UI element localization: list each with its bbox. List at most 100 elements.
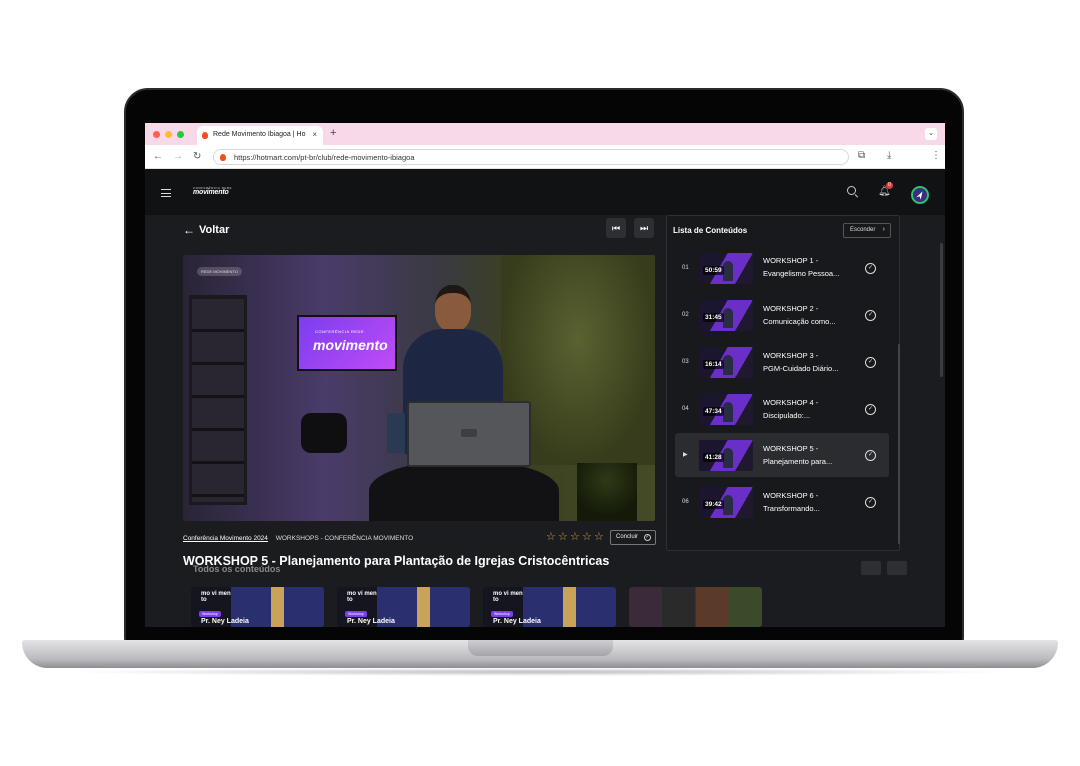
thumbnail-badge: Workshop	[345, 611, 367, 617]
lesson-number: 06	[682, 499, 689, 505]
screen: Rede Movimento Ibiagoa | Ho × + ⌄ ← → ↻ …	[145, 123, 945, 627]
check-circle-icon[interactable]: ✓	[865, 450, 876, 461]
lesson-name: WORKSHOP 4 - Discipulado:...	[763, 396, 859, 422]
thumbnail-logo-text: mo vi men to	[347, 591, 377, 603]
lesson-title: WORKSHOP 5 - Planejamento para Plantação…	[183, 554, 610, 568]
hide-list-button[interactable]: Esconder ›	[843, 223, 891, 238]
video-tv-screen: CONFERÊNCIA REDE movimento	[297, 315, 397, 371]
video-watermark-tag: REDE MOVIMENTO	[197, 267, 242, 276]
lesson-name-line1: WORKSHOP 4 -	[763, 398, 819, 407]
star-icon[interactable]: ☆	[546, 532, 557, 543]
star-icon[interactable]: ☆	[594, 532, 605, 543]
breadcrumb-module[interactable]: WORKSHOPS - CONFERÊNCIA MOVIMENTO	[276, 535, 413, 542]
logo-text: movimento	[193, 189, 229, 196]
hamburger-menu-icon[interactable]	[161, 189, 171, 197]
lesson-number: 04	[682, 406, 689, 412]
avatar[interactable]	[911, 186, 929, 204]
lesson-name-line2: Comunicação como...	[763, 317, 836, 326]
lesson-item[interactable]: 04 47:34 WORKSHOP 4 - Discipulado:... ✓	[675, 387, 889, 431]
lesson-name-line2: PGM-Cuidado Diário...	[763, 364, 839, 373]
rating-stars: ☆ ☆ ☆ ☆ ☆	[546, 532, 605, 543]
previous-lesson-button[interactable]: ⏮︎	[606, 218, 626, 238]
browser-toolbar: ← → ↻ https://hotmart.com/pt-br/club/red…	[145, 145, 945, 169]
check-circle-icon[interactable]: ✓	[865, 357, 876, 368]
video-chair	[301, 413, 347, 453]
hotmart-favicon-icon	[202, 132, 208, 139]
video-tv-small-text: CONFERÊNCIA REDE	[315, 329, 365, 334]
carousel-next-button[interactable]	[887, 561, 907, 575]
close-window-icon[interactable]	[153, 131, 160, 138]
video-table	[369, 460, 559, 521]
check-circle-icon: ✓	[644, 534, 651, 541]
content-thumbnail[interactable]: mo vi men to Workshop Pr. Ney Ladeia	[483, 587, 616, 627]
search-icon[interactable]	[847, 186, 856, 195]
content-thumbnail[interactable]: mo vi men to Workshop Pr. Ney Ladeia	[337, 587, 470, 627]
check-circle-icon[interactable]: ✓	[865, 404, 876, 415]
star-icon[interactable]: ☆	[558, 532, 569, 543]
minimize-window-icon[interactable]	[165, 131, 172, 138]
back-button[interactable]: ← Voltar	[183, 223, 229, 237]
lesson-number: 03	[682, 359, 689, 365]
tab-close-icon[interactable]: ×	[312, 130, 317, 139]
browser-tab[interactable]: Rede Movimento Ibiagoa | Ho ×	[197, 126, 323, 145]
play-icon: ▶	[683, 452, 688, 458]
maximize-window-icon[interactable]	[177, 131, 184, 138]
content-thumbnail[interactable]: mo vi men to Workshop Pr. Ney Ladeia	[191, 587, 324, 627]
arrow-left-icon: ←	[183, 223, 195, 237]
lesson-item-active[interactable]: ▶ 41:28 WORKSHOP 5 - Planejamento para..…	[675, 433, 889, 477]
lesson-item[interactable]: 06 39:42 WORKSHOP 6 - Transformando... ✓	[675, 480, 889, 524]
content-thumbnail[interactable]	[629, 587, 762, 627]
thumbnail-speaker: Pr. Ney Ladeia	[493, 618, 541, 625]
lesson-duration: 50:59	[703, 266, 724, 275]
site-logo[interactable]: CONFERÊNCIA REDE movimento	[193, 186, 232, 196]
thumbnail-speaker: Pr. Ney Ladeia	[347, 618, 395, 625]
check-circle-icon[interactable]: ✓	[865, 310, 876, 321]
check-circle-icon[interactable]: ✓	[865, 263, 876, 274]
complete-button[interactable]: Concluir ✓	[610, 530, 656, 545]
tab-title: Rede Movimento Ibiagoa | Ho	[213, 131, 306, 138]
back-arrow-icon[interactable]: ←	[153, 151, 163, 162]
download-icon[interactable]: ⤓	[887, 150, 891, 161]
hide-list-label: Esconder	[850, 227, 876, 233]
skip-forward-icon: ⏭︎	[639, 223, 649, 233]
star-icon[interactable]: ☆	[570, 532, 581, 543]
lesson-name: WORKSHOP 2 - Comunicação como...	[763, 302, 859, 328]
breadcrumb: Conferência Movimento 2024 WORKSHOPS - C…	[183, 535, 413, 542]
lesson-name-line1: WORKSHOP 1 -	[763, 256, 819, 265]
browser-menu-icon[interactable]: ⋮	[931, 150, 941, 161]
star-icon[interactable]: ☆	[582, 532, 593, 543]
lesson-item[interactable]: 03 16:14 WORKSHOP 3 - PGM-Cuidado Diário…	[675, 340, 889, 384]
video-cup	[387, 413, 405, 453]
carousel-prev-button[interactable]	[861, 561, 881, 575]
video-shelf	[189, 295, 247, 505]
new-tab-button[interactable]: +	[330, 127, 336, 139]
notification-badge: 0	[886, 182, 893, 189]
lesson-name-line1: WORKSHOP 2 -	[763, 304, 819, 313]
lesson-duration: 39:42	[703, 500, 724, 509]
video-plant	[577, 463, 637, 521]
main-content: ← Voltar ⏮︎ ⏭︎ CONFERÊNCIA REDE moviment…	[145, 215, 945, 627]
carousel-arrows	[861, 561, 907, 575]
lesson-name-line2: Discipulado:...	[763, 411, 811, 420]
list-scrollbar[interactable]	[898, 344, 900, 544]
lesson-name: WORKSHOP 1 - Evangelismo Pessoa...	[763, 254, 859, 280]
breadcrumb-course-link[interactable]: Conferência Movimento 2024	[183, 535, 268, 542]
speaker-head	[435, 285, 471, 331]
extensions-icon[interactable]: ⧉	[858, 150, 865, 161]
skip-back-icon: ⏮︎	[611, 223, 621, 233]
lesson-number: 02	[682, 312, 689, 318]
video-player[interactable]: CONFERÊNCIA REDE movimento REDE MOVIMENT…	[183, 255, 655, 521]
url-bar[interactable]: https://hotmart.com/pt-br/club/rede-movi…	[213, 149, 849, 165]
lesson-name-line1: WORKSHOP 3 -	[763, 351, 819, 360]
video-laptop	[407, 401, 531, 467]
tab-search-icon[interactable]: ⌄	[925, 128, 937, 140]
forward-arrow-icon[interactable]: →	[173, 151, 183, 162]
lesson-duration: 41:28	[703, 453, 724, 462]
lesson-name-line2: Evangelismo Pessoa...	[763, 269, 840, 278]
lesson-item[interactable]: 01 50:59 WORKSHOP 1 - Evangelismo Pessoa…	[675, 246, 889, 290]
check-circle-icon[interactable]: ✓	[865, 497, 876, 508]
next-lesson-button[interactable]: ⏭︎	[634, 218, 654, 238]
reload-icon[interactable]: ↻	[193, 151, 201, 162]
lesson-item[interactable]: 02 31:45 WORKSHOP 2 - Comunicação como..…	[675, 293, 889, 337]
page-scrollbar[interactable]	[940, 243, 943, 377]
